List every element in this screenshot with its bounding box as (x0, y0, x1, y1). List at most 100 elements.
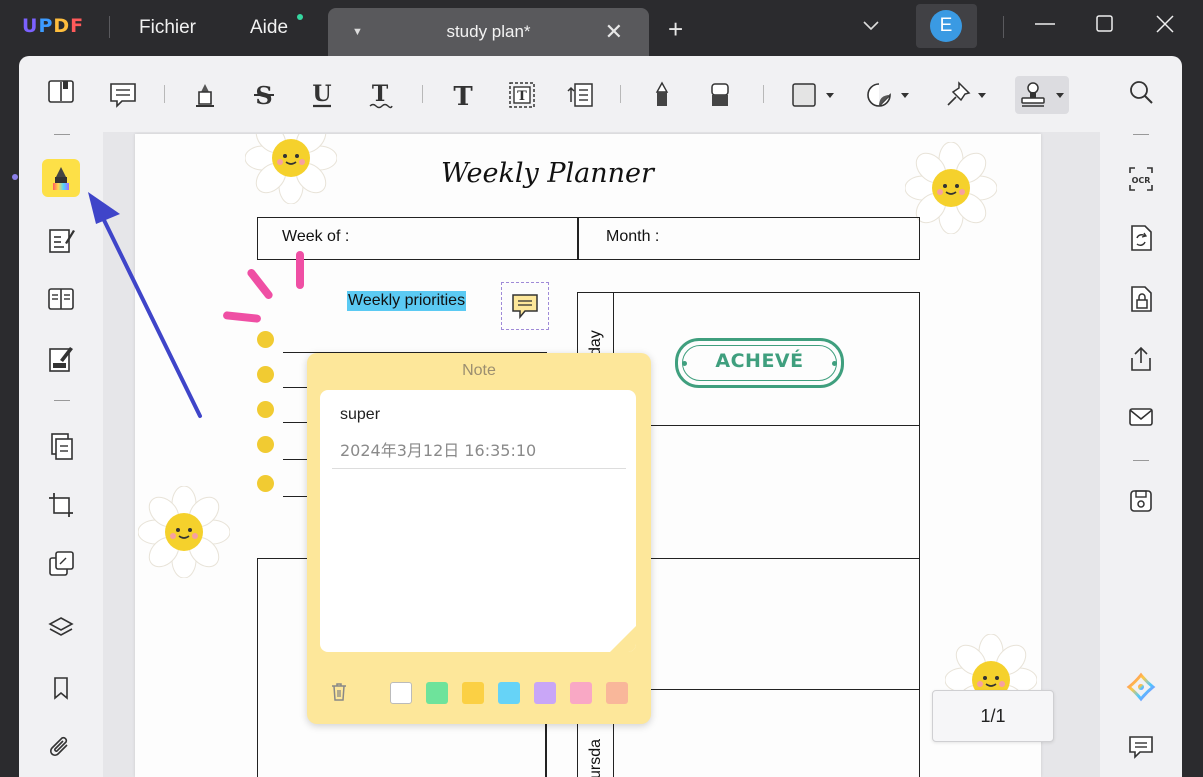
strikethrough-tool-icon[interactable]: S (247, 78, 281, 112)
shape-tool-dropdown[interactable] (788, 78, 838, 112)
title-bar: UPDF Fichier Aide ▼ study plan* ✕ + E (0, 0, 1203, 56)
update-dot (297, 14, 303, 20)
text-tool-icon[interactable]: T (446, 78, 480, 112)
layers-icon[interactable] (43, 610, 79, 646)
ai-assistant-icon[interactable] (1123, 669, 1159, 705)
search-icon[interactable] (1123, 74, 1159, 110)
note-content-area[interactable]: super 2024年3月12日 16:35:10 (320, 390, 636, 652)
comment-mode-icon[interactable] (42, 159, 80, 197)
text-callout-tool-icon[interactable] (563, 78, 597, 112)
comments-panel-icon[interactable] (1123, 729, 1159, 765)
svg-text:T: T (453, 82, 473, 110)
stamp-tool-dropdown[interactable] (1015, 76, 1069, 114)
account-button[interactable]: E (916, 4, 977, 48)
convert-icon[interactable] (43, 546, 79, 582)
note-text[interactable]: super (340, 406, 380, 424)
avatar: E (930, 10, 962, 42)
decorative-dash (245, 267, 275, 301)
active-indicator-dot (12, 174, 18, 180)
priority-bullet (257, 331, 274, 348)
priority-bullet (257, 366, 274, 383)
svg-text:U: U (312, 81, 331, 107)
decorative-dash (222, 311, 262, 323)
new-tab-button[interactable]: + (668, 16, 683, 42)
convert-pdf-icon[interactable] (1123, 220, 1159, 256)
delete-note-icon[interactable] (329, 681, 349, 708)
stamp-annotation[interactable]: ACHEVÉ (675, 338, 844, 388)
week-of-label: Week of : (282, 228, 350, 245)
sidebar-divider (54, 400, 70, 401)
color-swatch-blue[interactable] (498, 682, 520, 704)
toolbar-divider (164, 85, 165, 103)
page-title: Weekly Planner (441, 158, 654, 189)
menu-help[interactable]: Aide (250, 17, 288, 39)
eraser-tool-icon[interactable] (703, 78, 737, 112)
daisy-sticker (245, 134, 337, 204)
priority-bullet (257, 436, 274, 453)
pointer-arrow (88, 192, 202, 418)
minimize-icon[interactable] (1033, 12, 1057, 41)
crop-icon[interactable] (43, 487, 79, 523)
title-separator (109, 16, 110, 38)
page-fold (610, 626, 636, 652)
sidebar-divider (1133, 134, 1149, 135)
protect-pdf-icon[interactable] (1123, 281, 1159, 317)
tab-title: study plan* (446, 22, 531, 41)
fill-sign-icon[interactable] (43, 341, 79, 377)
title-separator (1003, 16, 1004, 38)
page-indicator[interactable]: 1/1 (932, 690, 1054, 742)
ocr-icon[interactable]: OCR (1123, 161, 1159, 197)
share-icon[interactable] (1123, 341, 1159, 377)
textbox-tool-icon[interactable]: T (505, 78, 539, 112)
maximize-icon[interactable] (1095, 14, 1115, 39)
app-logo[interactable]: UPDF (22, 15, 84, 37)
pencil-tool-icon[interactable] (645, 78, 679, 112)
email-icon[interactable] (1123, 399, 1159, 435)
document-tab[interactable]: ▼ study plan* ✕ (328, 8, 649, 56)
color-swatch-yellow[interactable] (462, 682, 484, 704)
edit-pdf-icon[interactable] (43, 222, 79, 258)
toolbar-divider (422, 85, 423, 103)
bookmark-icon[interactable] (43, 670, 79, 706)
svg-text:T: T (517, 89, 527, 104)
menu-file[interactable]: Fichier (139, 17, 196, 39)
decorative-dash (296, 251, 304, 289)
reader-icon[interactable] (43, 74, 79, 110)
svg-text:T: T (372, 81, 389, 107)
comment-icon (512, 294, 538, 320)
close-window-icon[interactable] (1155, 14, 1175, 39)
month-label: Month : (606, 228, 660, 245)
sticker-tool-dropdown[interactable] (863, 78, 913, 112)
toolbar-divider (763, 85, 764, 103)
page-organize-icon[interactable] (43, 281, 79, 317)
color-swatch-pink[interactable] (570, 682, 592, 704)
color-swatch-white[interactable] (390, 682, 412, 704)
sidebar-divider (54, 134, 70, 135)
note-timestamp: 2024年3月12日 16:35:10 (340, 441, 537, 460)
sidebar-divider (1133, 460, 1149, 461)
svg-text:OCR: OCR (1132, 176, 1151, 185)
highlighted-text[interactable]: Weekly priorities (347, 291, 467, 311)
sticky-note-tool-icon[interactable] (106, 78, 140, 112)
stamp-text: ACHEVÉ (715, 350, 804, 372)
note-header: Note (462, 362, 496, 379)
attachment-icon[interactable] (43, 730, 79, 766)
daisy-sticker (138, 486, 230, 578)
note-popup[interactable]: Note super 2024年3月12日 16:35:10 (307, 353, 651, 724)
toolbar-divider (620, 85, 621, 103)
day-label: ursda (587, 738, 604, 777)
organize-pages-icon[interactable] (43, 428, 79, 464)
squiggly-tool-icon[interactable]: T (363, 78, 397, 112)
highlight-tool-icon[interactable] (188, 78, 222, 112)
underline-tool-icon[interactable]: U (305, 78, 339, 112)
priority-bullet (257, 401, 274, 418)
comment-annotation[interactable] (501, 282, 549, 330)
color-swatch-orange[interactable] (606, 682, 628, 704)
tab-list-chevron-icon[interactable] (860, 14, 882, 41)
pin-tool-dropdown[interactable] (942, 78, 992, 112)
color-swatch-green[interactable] (426, 682, 448, 704)
priority-bullet (257, 475, 274, 492)
save-icon[interactable] (1123, 483, 1159, 519)
color-swatch-purple[interactable] (534, 682, 556, 704)
tab-close-icon[interactable]: ✕ (605, 19, 623, 45)
